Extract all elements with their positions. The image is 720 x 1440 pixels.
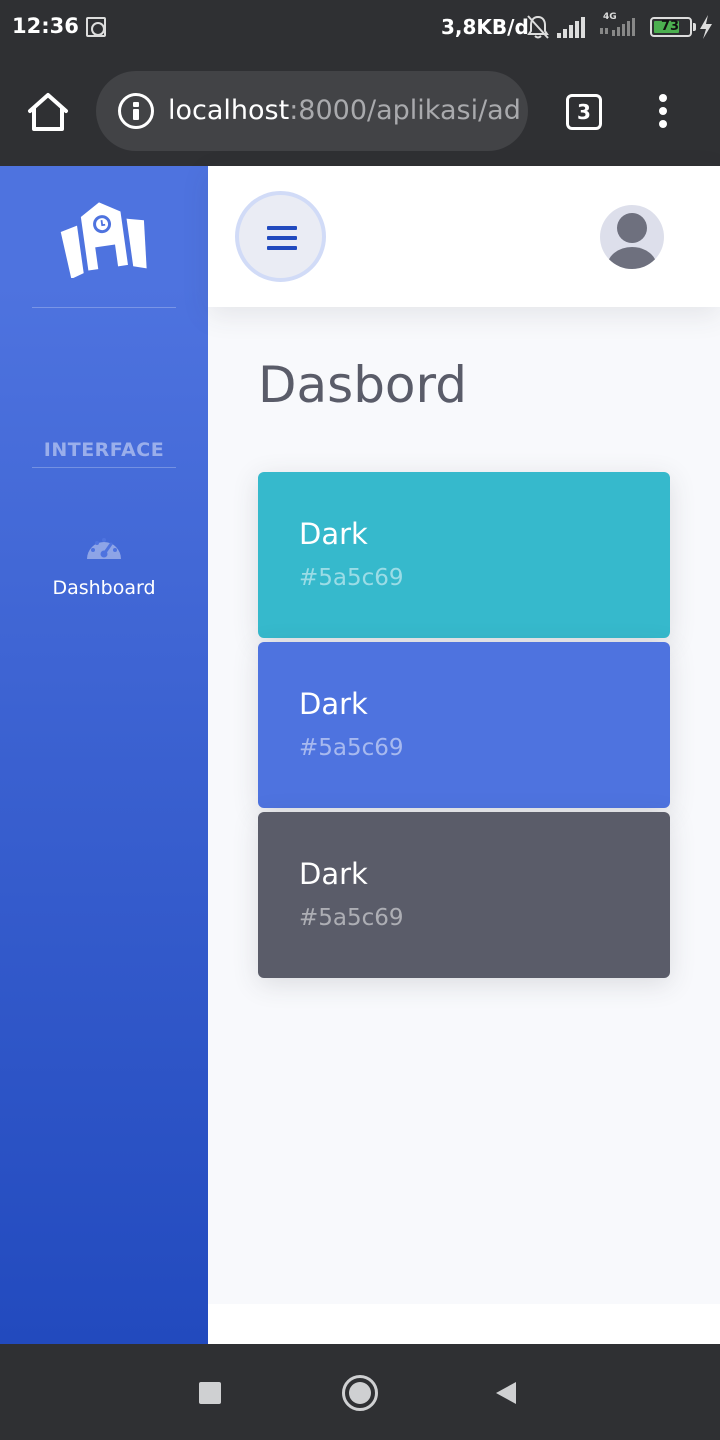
android-nav-bar xyxy=(0,1344,720,1440)
home-button-icon[interactable] xyxy=(342,1375,378,1411)
address-bar[interactable]: localhost:8000/aplikasi/ad xyxy=(96,71,528,151)
color-card-info: Dark #5a5c69 xyxy=(258,472,670,638)
card-hex: #5a5c69 xyxy=(299,565,404,591)
footer xyxy=(208,1304,720,1344)
page-title: Dasbord xyxy=(258,356,467,414)
status-bar: 12:36 3,8KB/d 4G 73 xyxy=(0,0,720,56)
card-hex: #5a5c69 xyxy=(299,905,404,931)
more-vert-icon[interactable] xyxy=(656,94,670,130)
card-name: Dark xyxy=(299,687,368,721)
recent-apps-icon[interactable] xyxy=(199,1382,221,1404)
sidebar-heading: INTERFACE xyxy=(43,439,165,461)
status-time: 12:36 xyxy=(12,14,79,38)
charging-bolt-icon xyxy=(700,15,712,39)
color-card-primary: Dark #5a5c69 xyxy=(258,642,670,808)
battery-level: 73 xyxy=(660,19,680,34)
user-avatar-icon[interactable] xyxy=(600,205,664,269)
notification-icon xyxy=(86,17,106,37)
browser-toolbar: localhost:8000/aplikasi/ad 3 xyxy=(0,56,720,166)
sidebar: INTERFACE Dashboard xyxy=(0,166,208,1344)
net-speed: 3,8KB/d xyxy=(441,15,529,39)
hamburger-icon xyxy=(267,226,297,230)
sidebar-toggle-button[interactable] xyxy=(235,191,326,282)
topbar xyxy=(208,166,720,307)
home-icon[interactable] xyxy=(24,91,72,133)
tabs-button[interactable]: 3 xyxy=(566,94,602,130)
card-name: Dark xyxy=(299,857,368,891)
sidebar-item-dashboard[interactable]: Dashboard xyxy=(0,526,208,610)
back-icon[interactable] xyxy=(494,1380,518,1406)
url-host: localhost xyxy=(168,95,290,126)
card-name: Dark xyxy=(299,517,368,551)
tachometer-icon xyxy=(87,538,121,559)
url-text[interactable]: localhost:8000/aplikasi/ad xyxy=(168,95,521,126)
signal-icon xyxy=(557,17,585,38)
sidebar-divider xyxy=(32,307,176,308)
sidebar-divider xyxy=(32,467,176,468)
sidebar-item-label: Dashboard xyxy=(52,577,156,599)
color-card-dark: Dark #5a5c69 xyxy=(258,812,670,978)
url-path: :8000/aplikasi/ad xyxy=(289,95,521,126)
signal-4g-icon: 4G xyxy=(600,12,640,38)
bell-off-icon xyxy=(527,15,549,39)
school-icon[interactable] xyxy=(57,198,151,278)
card-hex: #5a5c69 xyxy=(299,735,404,761)
battery-icon: 73 xyxy=(650,17,696,37)
info-icon[interactable] xyxy=(118,93,154,129)
